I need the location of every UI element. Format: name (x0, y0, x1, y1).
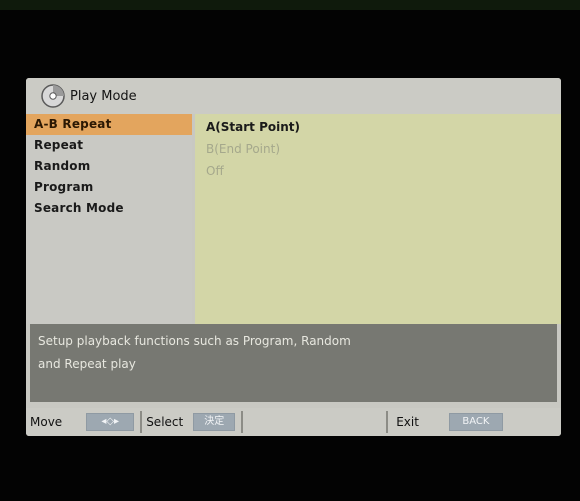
sidebar-item-random[interactable]: Random (26, 156, 192, 177)
footer-divider (241, 411, 244, 433)
sidebar-item-repeat[interactable]: Repeat (26, 135, 192, 156)
move-label: Move (30, 415, 63, 429)
footer-divider (386, 411, 389, 433)
sidebar-item-search-mode[interactable]: Search Mode (26, 198, 192, 219)
options-pane: A(Start Point) B(End Point) Off (195, 114, 561, 324)
page-title: Play Mode (70, 88, 137, 104)
move-key-icon: ◂◇▸ (86, 413, 135, 431)
sidebar-menu: A-B Repeat Repeat Random Program Search … (26, 114, 192, 324)
help-line-1: Setup playback functions such as Program… (38, 334, 351, 348)
sidebar-item-program[interactable]: Program (26, 177, 192, 198)
disc-icon (41, 84, 65, 108)
select-label: Select (146, 415, 184, 429)
select-key-icon: 決定 (193, 413, 236, 431)
help-text-box: Setup playback functions such as Program… (30, 324, 557, 402)
back-key-icon: BACK (448, 413, 503, 431)
exit-label: Exit (396, 415, 419, 429)
option-start-point[interactable]: A(Start Point) (195, 116, 561, 138)
option-off: Off (206, 164, 224, 178)
panel-header: Play Mode (26, 78, 561, 114)
option-end-point: B(End Point) (206, 142, 281, 156)
help-line-2: and Repeat play (38, 357, 136, 371)
sidebar-item-ab-repeat[interactable]: A-B Repeat (26, 114, 192, 135)
footer-bar: Move ◂◇▸ Select 決定 Exit BACK (26, 408, 561, 436)
screen-top-border (0, 0, 580, 10)
footer-divider (140, 411, 143, 433)
play-mode-panel: Play Mode A-B Repeat Repeat Random Progr… (26, 78, 561, 436)
